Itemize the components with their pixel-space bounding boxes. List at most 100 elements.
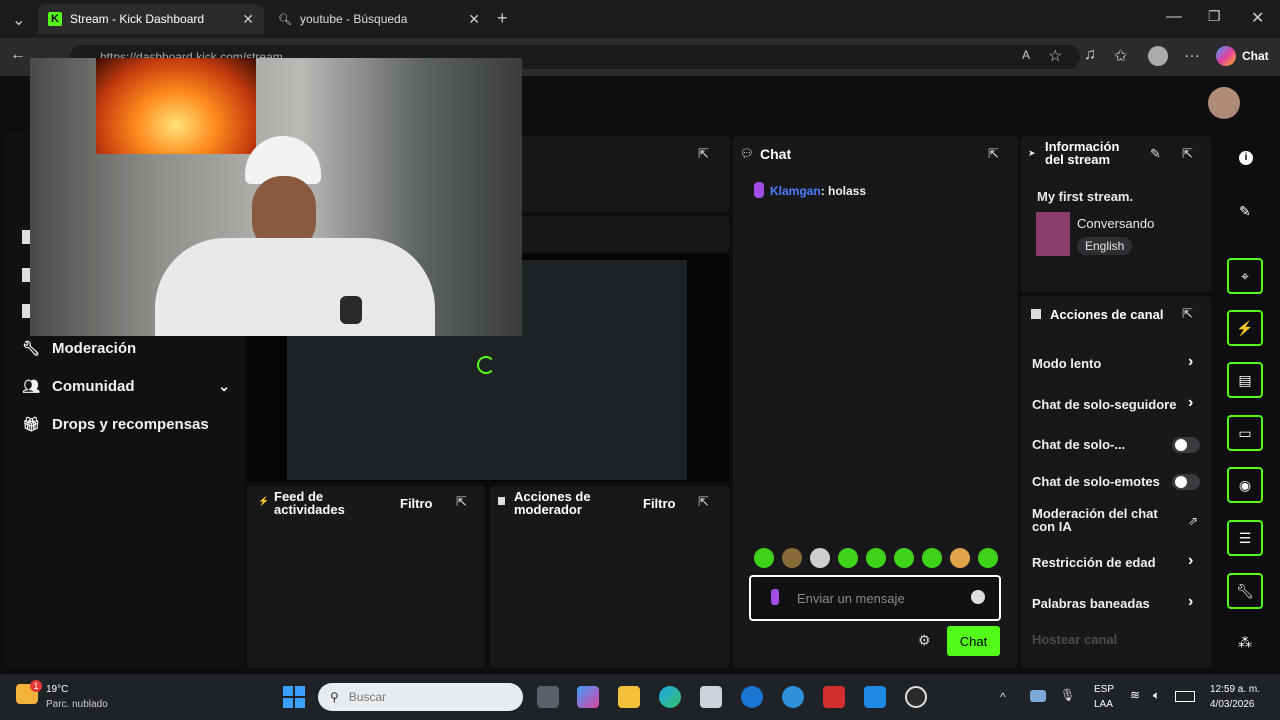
chevron-up-icon[interactable]: ^ (1000, 690, 1006, 704)
emote[interactable] (754, 548, 774, 568)
chat-username[interactable]: Klamgan (770, 184, 821, 198)
popout-icon[interactable]: ⇱ (988, 146, 999, 162)
sidebar-item-drops[interactable]: 🎁︎ Drops y recompensas (22, 416, 209, 433)
popout-icon[interactable]: ⇱ (456, 494, 467, 510)
obs-icon[interactable] (905, 686, 927, 708)
info-icon[interactable]: i (1239, 151, 1253, 165)
activity-feed-title: Feed de actividades (274, 489, 345, 517)
restore-icon[interactable]: ❐ (1208, 8, 1221, 25)
outlook-icon[interactable] (864, 686, 886, 708)
action-ai-moderation[interactable]: Moderación del chat con IA (1032, 507, 1172, 533)
chart-icon[interactable]: ⇗ (1188, 514, 1198, 528)
category-value: Conversando (1077, 216, 1155, 231)
emote[interactable] (782, 548, 802, 568)
emote[interactable] (922, 548, 942, 568)
filter-button[interactable]: Filtro (400, 496, 433, 511)
settings-gear-icon[interactable]: ⚙ (918, 632, 931, 649)
chevron-right-icon[interactable]: › (1188, 593, 1193, 611)
notification-badge: 1 (30, 680, 42, 692)
taskbar (0, 674, 1280, 720)
rail-button-notes[interactable]: ▤ (1227, 362, 1263, 398)
action-banned-words[interactable]: Palabras baneadas (1032, 596, 1150, 611)
emote[interactable] (950, 548, 970, 568)
windows-start-icon[interactable] (283, 686, 305, 708)
broadcast-icon: ◉ (1238, 476, 1252, 493)
emote[interactable] (894, 548, 914, 568)
subscribers-only-toggle[interactable] (1172, 437, 1200, 453)
loading-spinner (477, 356, 495, 374)
emote[interactable] (810, 548, 830, 568)
rail-button-chat[interactable]: ▭ (1227, 415, 1263, 451)
tab-list-icon[interactable]: ⌄ (12, 10, 25, 30)
taskbar-search[interactable]: ⚲ Buscar (318, 683, 523, 711)
weather-temp: 19°C (46, 684, 69, 695)
rail-button-bolt[interactable]: ⚡ (1227, 310, 1263, 346)
favorites-bar-icon[interactable]: ✩ (1114, 46, 1127, 66)
filter-button[interactable]: Filtro (643, 496, 676, 511)
rail-button-list[interactable]: ☰ (1227, 520, 1263, 556)
sidebar-item-comunidad[interactable]: 👥︎ Comunidad ⌄ (22, 378, 230, 395)
store-icon[interactable] (700, 686, 722, 708)
emote[interactable] (866, 548, 886, 568)
chat-input[interactable]: Enviar un mensaje (749, 575, 1001, 621)
wifi-icon[interactable]: ≋ (1130, 688, 1140, 702)
sidebar-item-moderacion[interactable]: 🔧︎ Moderación (22, 340, 136, 357)
action-followers-only[interactable]: Chat de solo-seguidore (1032, 397, 1176, 412)
battery-icon[interactable] (1175, 691, 1195, 702)
hp-icon[interactable] (741, 686, 763, 708)
action-host-channel[interactable]: Hostear canal (1032, 632, 1117, 647)
popout-icon[interactable]: ⇱ (698, 146, 709, 162)
close-tab-icon[interactable]: ✕ (242, 11, 254, 28)
edit-pencil-icon[interactable]: ✎ (1150, 146, 1161, 162)
emoji-icon[interactable] (971, 590, 985, 604)
more-menu-icon[interactable]: … (1184, 44, 1200, 62)
emote[interactable] (838, 548, 858, 568)
chrome-icon[interactable] (782, 686, 804, 708)
tab-youtube-search[interactable]: 🔍︎ youtube - Búsqueda ✕ (268, 4, 490, 34)
back-icon[interactable]: ← (10, 46, 26, 64)
favorite-icon[interactable]: ☆ (1048, 46, 1062, 66)
close-tab-icon[interactable]: ✕ (468, 11, 480, 28)
rail-button-broadcast[interactable]: ◉ (1227, 467, 1263, 503)
send-chat-button[interactable]: Chat (947, 626, 1000, 656)
read-aloud-icon[interactable]: A (1022, 48, 1030, 62)
edit-icon[interactable]: ✎ (1239, 203, 1251, 220)
task-view-icon[interactable] (537, 686, 559, 708)
language-bottom[interactable]: LAA (1094, 699, 1113, 710)
emote[interactable] (978, 548, 998, 568)
clock-time[interactable]: 12:59 a. m. (1210, 684, 1260, 695)
rail-button-wrench[interactable]: 🔧︎ (1227, 573, 1263, 609)
chat-message: Klamgan: holass (770, 184, 866, 198)
chevron-right-icon[interactable]: › (1188, 353, 1193, 371)
profile-avatar[interactable] (1148, 46, 1168, 66)
file-explorer-icon[interactable] (618, 686, 640, 708)
copilot-icon[interactable] (1216, 46, 1236, 66)
microphone-icon[interactable]: 🎙︎ (1060, 688, 1075, 702)
emotes-only-toggle[interactable] (1172, 474, 1200, 490)
chevron-right-icon[interactable]: › (1188, 552, 1193, 570)
minimize-icon[interactable]: — (1166, 8, 1182, 26)
edge-icon[interactable] (659, 686, 681, 708)
action-age-restriction[interactable]: Restricción de edad (1032, 555, 1156, 570)
copilot-taskbar-icon[interactable] (577, 686, 599, 708)
tray-icon[interactable] (1030, 690, 1046, 702)
popout-icon[interactable]: ⇱ (1182, 306, 1193, 322)
new-tab-icon[interactable]: + (497, 8, 508, 29)
user-avatar[interactable] (1208, 87, 1240, 119)
mcafee-icon[interactable] (823, 686, 845, 708)
tab-title: Stream - Kick Dashboard (70, 12, 205, 26)
language-top[interactable]: ESP (1094, 684, 1114, 695)
chevron-right-icon[interactable]: › (1188, 394, 1193, 412)
popout-icon[interactable]: ⇱ (1182, 146, 1193, 162)
extensions-icon[interactable]: ♫ (1084, 46, 1096, 64)
rail-button-screen[interactable]: ⌖ (1227, 258, 1263, 294)
clock-date[interactable]: 4/03/2026 (1210, 699, 1255, 710)
tab-kick-dashboard[interactable]: K Stream - Kick Dashboard ✕ (38, 4, 264, 34)
popout-icon[interactable]: ⇱ (698, 494, 709, 510)
mod-icon (498, 497, 505, 505)
mod-actions-title: Acciones de moderador (514, 489, 591, 517)
action-slow-mode[interactable]: Modo lento (1032, 356, 1101, 371)
apps-icon[interactable]: ⁂ (1238, 634, 1252, 651)
close-window-icon[interactable]: ✕ (1251, 8, 1264, 28)
volume-icon[interactable]: 🔈︎ (1153, 688, 1160, 703)
